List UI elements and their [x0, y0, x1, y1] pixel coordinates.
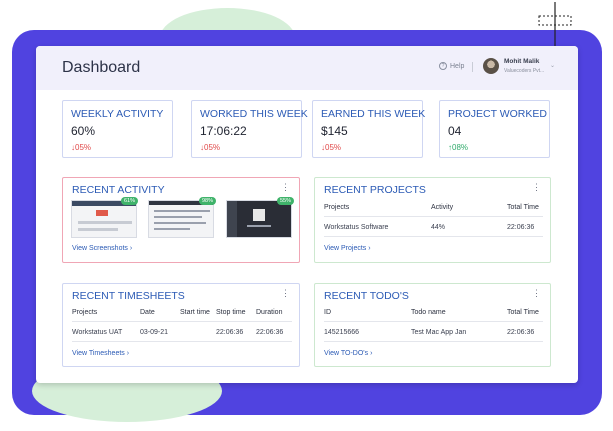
- stat-card-earned-this-week: EARNED THIS WEEK $145 ↓05%: [312, 100, 426, 158]
- help-label: Help: [450, 62, 465, 70]
- activity-percent-badge: 61%: [121, 197, 139, 205]
- divider: [324, 341, 543, 342]
- recent-projects-card: RECENT PROJECTS ⋮ Projects Activity Tota…: [314, 177, 551, 263]
- dashboard-window: Dashboard ? Help Mohit Malik Valuecoders…: [36, 46, 578, 383]
- column-header: ID: [324, 309, 331, 316]
- more-icon[interactable]: ⋮: [281, 182, 290, 193]
- stat-delta: ↑08%: [448, 143, 468, 152]
- stat-card-weekly-activity: WEEKLY ACTIVITY 60% ↓05%: [62, 100, 173, 158]
- stat-delta-value: 05%: [325, 143, 342, 152]
- stat-card-worked-this-week: WORKED THIS WEEK 17:06:22 ↓05%: [191, 100, 308, 158]
- column-header: Date: [140, 309, 155, 316]
- link-label: View Timesheets: [72, 350, 125, 357]
- table-cell: 22:06:36: [256, 329, 284, 336]
- card-title: RECENT ACTIVITY: [72, 184, 165, 196]
- recent-todos-card: RECENT TODO'S ⋮ ID Todo name Total Time …: [314, 283, 551, 367]
- screenshot-thumbnail[interactable]: [148, 200, 214, 238]
- view-projects-link[interactable]: View Projects ›: [324, 245, 371, 252]
- column-header: Projects: [324, 204, 350, 211]
- stat-label: WEEKLY ACTIVITY: [71, 108, 164, 120]
- chevron-right-icon: ›: [370, 350, 373, 357]
- divider: [72, 341, 292, 342]
- chevron-right-icon: ›: [126, 350, 130, 357]
- more-icon[interactable]: ⋮: [532, 288, 541, 299]
- view-todos-link[interactable]: View TO-DO's ›: [324, 350, 372, 357]
- column-header: Total Time: [507, 204, 539, 211]
- stat-value: 17:06:22: [200, 124, 247, 138]
- table-cell: 44%: [431, 224, 446, 231]
- user-name[interactable]: Mohit Malik: [504, 58, 539, 65]
- activity-percent-badge: 98%: [199, 197, 217, 205]
- stat-delta: ↓05%: [71, 143, 91, 152]
- recent-timesheets-card: RECENT TIMESHEETS ⋮ Projects Date Start …: [62, 283, 300, 367]
- table-cell: 22:06:36: [507, 224, 535, 231]
- top-bar: Dashboard ? Help Mohit Malik Valuecoders…: [36, 46, 578, 90]
- avatar[interactable]: [483, 58, 499, 74]
- view-timesheets-link[interactable]: View Timesheets ›: [72, 350, 129, 357]
- stat-delta-value: 05%: [75, 143, 92, 152]
- stat-delta: ↓05%: [321, 143, 341, 152]
- divider: [324, 216, 543, 217]
- page-title: Dashboard: [62, 59, 141, 76]
- card-title: RECENT PROJECTS: [324, 184, 426, 196]
- divider: [472, 62, 473, 72]
- column-header: Total Time: [507, 309, 539, 316]
- chevron-right-icon: ›: [129, 245, 133, 252]
- stat-label: PROJECT WORKED: [448, 108, 547, 120]
- decorative-marker-icon: [538, 2, 572, 46]
- column-header: Activity: [431, 204, 454, 211]
- divider: [324, 236, 543, 237]
- chevron-right-icon: ›: [368, 245, 371, 252]
- help-button[interactable]: ? Help: [439, 62, 464, 70]
- card-title: RECENT TODO'S: [324, 290, 409, 302]
- screenshot-thumbnail[interactable]: [71, 200, 137, 238]
- column-header: Start time: [180, 309, 210, 316]
- link-label: View TO-DO's: [324, 350, 369, 357]
- stat-value: $145: [321, 124, 348, 138]
- table-cell: Workstatus UAT: [72, 329, 123, 336]
- column-header: Projects: [72, 309, 98, 316]
- stat-value: 60%: [71, 124, 96, 138]
- more-icon[interactable]: ⋮: [532, 182, 541, 193]
- stat-delta-value: 05%: [204, 143, 221, 152]
- table-cell: Test Mac App Jan: [411, 329, 467, 336]
- divider: [324, 321, 543, 322]
- column-header: Stop time: [216, 309, 246, 316]
- chevron-down-icon[interactable]: ⌄: [550, 62, 555, 69]
- card-title: RECENT TIMESHEETS: [72, 290, 185, 302]
- column-header: Todo name: [411, 309, 446, 316]
- activity-percent-badge: 55%: [277, 197, 295, 205]
- table-cell: 03-09-21: [140, 329, 169, 336]
- divider: [72, 321, 292, 322]
- recent-activity-card: RECENT ACTIVITY ⋮ 61% 98% 55% View Scree…: [62, 177, 300, 263]
- help-icon: ?: [439, 62, 447, 70]
- more-icon[interactable]: ⋮: [281, 288, 290, 299]
- screenshot-thumbnail[interactable]: [226, 200, 292, 238]
- stat-delta: ↓05%: [200, 143, 220, 152]
- table-cell: Workstatus Software: [324, 224, 389, 231]
- stat-label: WORKED THIS WEEK: [200, 108, 308, 120]
- stat-value: 04: [448, 124, 462, 138]
- table-cell: 22:06:36: [507, 329, 535, 336]
- table-cell: 145215666: [324, 329, 360, 336]
- stat-label: EARNED THIS WEEK: [321, 108, 426, 120]
- table-cell: 22:06:36: [216, 329, 244, 336]
- user-company: Valuecoders Pvt...: [504, 68, 545, 74]
- stat-delta-value: 08%: [452, 143, 469, 152]
- link-label: View Projects: [324, 245, 367, 252]
- stat-card-project-worked: PROJECT WORKED 04 ↑08%: [439, 100, 550, 158]
- view-screenshots-link[interactable]: View Screenshots ›: [72, 245, 132, 252]
- column-header: Duration: [256, 309, 283, 316]
- link-label: View Screenshots: [72, 245, 128, 252]
